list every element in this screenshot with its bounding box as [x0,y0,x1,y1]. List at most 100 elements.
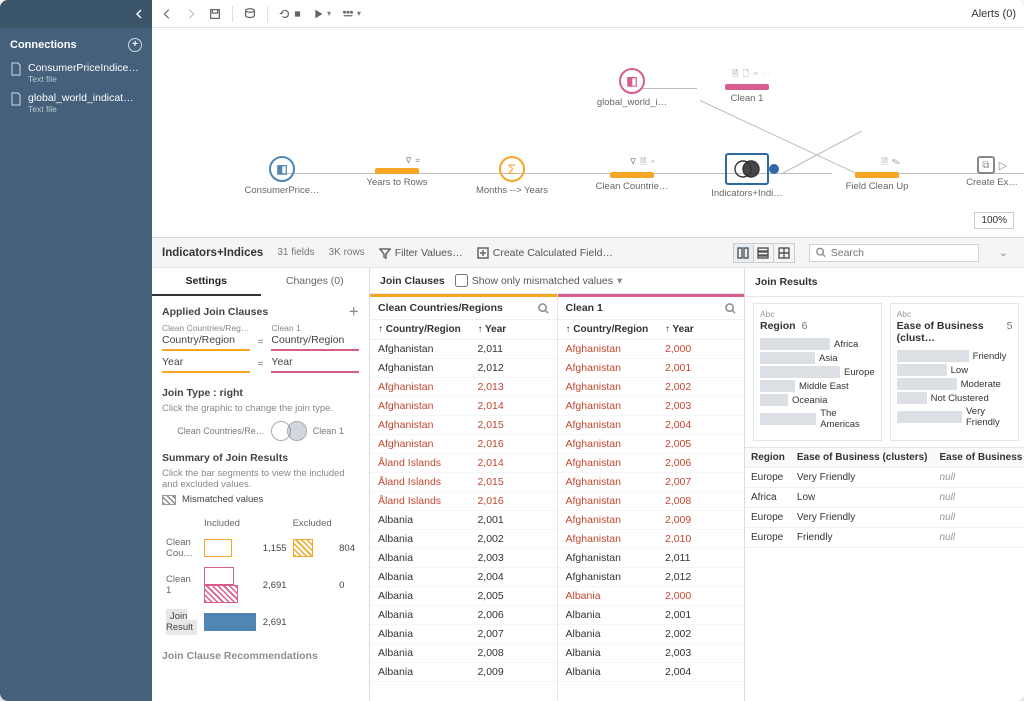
table-row[interactable]: Afghanistan2,016 [370,435,557,454]
refresh-button[interactable] [278,7,301,21]
forward-button[interactable] [184,7,198,21]
table-row[interactable]: Afghanistan2,007 [558,473,745,492]
profile-bar-segment[interactable]: Moderate [897,378,1013,390]
search-box[interactable] [809,244,979,262]
add-connection-button[interactable]: + [128,38,142,52]
table-row[interactable]: Afghanistan2,011 [558,549,745,568]
table-row[interactable]: Albania2,002 [558,625,745,644]
back-button[interactable] [160,7,174,21]
show-mismatched-checkbox[interactable]: Show only mismatched values ▾ [455,274,623,287]
view-grid-button[interactable] [774,244,794,262]
tab-changes[interactable]: Changes (0) [261,268,370,296]
profile-bar-segment[interactable]: Very Friendly [897,406,1013,428]
profile-bar-segment[interactable]: Not Clustered [897,392,1013,404]
results-row[interactable]: EuropeFriendlynullLuxen [745,528,1024,548]
flow-node-global-world[interactable]: ◧ global_world_i… [582,68,682,108]
table-row[interactable]: Albania2,008 [370,644,557,663]
table-row[interactable]: Afghanistan2,000 [558,340,745,359]
flow-node-output[interactable]: ⧉▷ Create Ex… [942,156,1024,188]
tab-settings[interactable]: Settings [152,268,261,296]
add-clause-button[interactable]: ＋ [349,304,360,319]
flow-node-years[interactable]: ∇ ⌗ Years to Rows [347,156,447,188]
table-row[interactable]: Albania2,004 [558,663,745,682]
table-row[interactable]: Albania2,000 [558,587,745,606]
table-row[interactable]: Åland Islands2,016 [370,492,557,511]
results-row[interactable]: AfricaLownullBenin [745,488,1024,508]
table-row[interactable]: Albania2,003 [370,549,557,568]
table-row[interactable]: Albania2,005 [370,587,557,606]
collapse-profile-button[interactable]: ⌄ [993,246,1014,259]
clause-right-0[interactable]: Country/Region [271,333,359,351]
profile-card-ease[interactable]: Abc Ease of Business (clust…5 FriendlyLo… [890,303,1020,441]
results-col-header[interactable]: Ease of Business [934,448,1024,468]
zoom-indicator[interactable]: 100% [974,212,1014,229]
table-row[interactable]: Albania2,007 [370,625,557,644]
search-input[interactable] [831,247,972,259]
summary-row-right[interactable]: Clean 1 2,691 0 [164,564,357,606]
table-row[interactable]: Albania2,004 [370,568,557,587]
table-row[interactable]: Åland Islands2,015 [370,473,557,492]
table-row[interactable]: Afghanistan2,011 [370,340,557,359]
join-type-venn[interactable] [271,420,307,442]
flow-options-button[interactable]: ▾ [341,7,361,21]
table-row[interactable]: Afghanistan2,005 [558,435,745,454]
flow-node-clean-countries[interactable]: ∇ 🗎 𝄐 Clean Countrie… [582,156,682,192]
search-icon[interactable] [538,303,549,314]
flow-node-join[interactable]: Indicators+Indi… [697,153,797,199]
results-data-grid[interactable]: RegionEase of Business (clusters)Ease of… [745,448,1024,548]
profile-bar-segment[interactable]: Asia [760,352,875,364]
save-button[interactable] [208,7,222,21]
table-row[interactable]: Albania2,003 [558,644,745,663]
table-row[interactable]: Afghanistan2,012 [370,359,557,378]
profile-bar-segment[interactable]: Oceania [760,394,875,406]
table-row[interactable]: Afghanistan2,008 [558,492,745,511]
flow-node-months[interactable]: Σ Months --> Years [462,156,562,196]
clause-left-0[interactable]: Country/Region [162,333,250,351]
table-row[interactable]: Afghanistan2,004 [558,416,745,435]
table-row[interactable]: Afghanistan2,013 [370,378,557,397]
profile-bar-segment[interactable]: Low [897,364,1013,376]
flow-node-field-cleanup[interactable]: 🗎 ✎ Field Clean Up [827,156,927,192]
connect-data-button[interactable] [243,7,257,21]
table-row[interactable]: Afghanistan2,012 [558,568,745,587]
create-calc-field-button[interactable]: Create Calculated Field… [477,247,613,259]
table-row[interactable]: Albania2,001 [370,511,557,530]
results-col-header[interactable]: Region [745,448,791,468]
profile-bar-segment[interactable]: Europe [760,366,875,378]
search-icon[interactable] [725,303,736,314]
results-row[interactable]: EuropeVery FriendlynullIrelan [745,468,1024,488]
table-row[interactable]: Afghanistan2,009 [558,511,745,530]
sidebar-collapse-button[interactable] [0,0,152,28]
table-row[interactable]: Albania2,009 [370,663,557,682]
flow-node-clean1[interactable]: 🗎 🗋 𝄐 ⋯ Clean 1 [697,68,797,104]
table-row[interactable]: Afghanistan2,003 [558,397,745,416]
profile-bar-segment[interactable]: Africa [760,338,875,350]
table-row[interactable]: Albania2,006 [370,606,557,625]
flow-canvas[interactable]: ◧ global_world_i… 🗎 🗋 𝄐 ⋯ Clean 1 ◧ Cons… [152,28,1024,238]
table-row[interactable]: Afghanistan2,010 [558,530,745,549]
view-list-button[interactable] [754,244,774,262]
clause-left-1[interactable]: Year [162,355,250,373]
col-year[interactable]: ↑ Year [665,324,736,335]
run-flow-button[interactable]: ▾ [311,7,331,21]
table-row[interactable]: Afghanistan2,014 [370,397,557,416]
profile-bar-segment[interactable]: The Americas [760,408,875,430]
connection-item[interactable]: ConsumerPriceIndice…Text file [0,58,152,88]
summary-row-left[interactable]: Clean Cou… 1,155 804 [164,534,357,562]
col-country[interactable]: ↑ Country/Region [566,324,665,335]
table-row[interactable]: Albania2,002 [370,530,557,549]
table-row[interactable]: Åland Islands2,014 [370,454,557,473]
profile-bar-segment[interactable]: Friendly [897,350,1013,362]
table-row[interactable]: Afghanistan2,002 [558,378,745,397]
table-row[interactable]: Afghanistan2,015 [370,416,557,435]
col-country[interactable]: ↑ Country/Region [378,324,477,335]
flow-node-consumer[interactable]: ◧ ConsumerPrice… [232,156,332,196]
profile-bar-segment[interactable]: Middle East [760,380,875,392]
results-col-header[interactable]: Ease of Business (clusters) [791,448,934,468]
table-row[interactable]: Albania2,001 [558,606,745,625]
alerts-button[interactable]: Alerts (0) [971,8,1016,20]
profile-card-region[interactable]: Abc Region6 AfricaAsiaEuropeMiddle EastO… [753,303,882,441]
col-year[interactable]: ↑ Year [477,324,548,335]
table-row[interactable]: Afghanistan2,006 [558,454,745,473]
results-row[interactable]: EuropeVery FriendlynullNorth [745,508,1024,528]
